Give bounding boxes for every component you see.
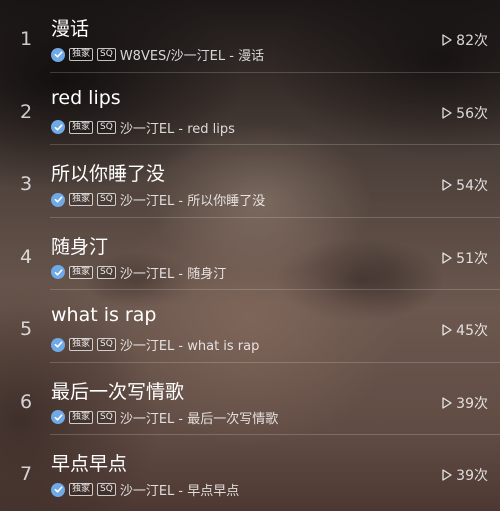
quality-badge: SQ: [97, 193, 116, 206]
exclusive-badge: 独家: [69, 338, 94, 351]
track-list: 1 漫话 独家 SQ W8VES/沙一汀EL - 漫话 82次 2 red li…: [0, 0, 500, 508]
track-row[interactable]: 3 所以你睡了没 独家 SQ 沙一汀EL - 所以你睡了没 54次: [0, 145, 500, 218]
track-title: 早点早点: [51, 453, 128, 475]
play-triangle-icon: [442, 469, 452, 481]
track-row[interactable]: 4 随身汀 独家 SQ 沙一汀EL - 随身汀 51次: [0, 218, 500, 290]
play-count: 54次: [442, 175, 488, 195]
play-count: 51次: [442, 248, 488, 268]
play-triangle-icon: [442, 179, 452, 191]
check-badge-icon: [51, 47, 65, 62]
play-count-label: 51次: [456, 250, 488, 267]
track-meta: 独家 SQ 沙一汀EL - 随身汀: [51, 263, 226, 282]
quality-badge: SQ: [97, 265, 116, 279]
play-triangle-icon: [442, 34, 452, 46]
track-row[interactable]: 2 red lips 独家 SQ 沙一汀EL - red lips 56次: [0, 73, 500, 145]
track-artist-album: 沙一汀EL - 最后一次写情歌: [119, 411, 279, 427]
track-index: 4: [19, 245, 33, 268]
track-row[interactable]: 5 what is rap 独家 SQ 沙一汀EL - what is rap …: [0, 290, 500, 363]
track-artist-album: W8VES/沙一汀EL - 漫话: [119, 49, 265, 64]
track-artist-album: 沙一汀EL - 早点早点: [119, 484, 240, 499]
exclusive-badge: 独家: [69, 265, 94, 279]
play-count-label: 39次: [456, 468, 488, 484]
play-triangle-icon: [442, 106, 452, 119]
track-meta: 独家 SQ 沙一汀EL - red lips: [51, 118, 235, 137]
track-index: 5: [19, 318, 33, 340]
play-count-label: 82次: [456, 33, 488, 49]
exclusive-badge: 独家: [69, 120, 94, 134]
check-badge-icon: [51, 482, 65, 497]
play-count: 45次: [442, 320, 488, 340]
check-badge-icon: [51, 120, 65, 134]
track-meta: 独家 SQ 沙一汀EL - what is rap: [51, 335, 259, 354]
track-title: 所以你睡了没: [51, 163, 166, 185]
quality-badge: SQ: [97, 338, 116, 351]
track-artist-album: 沙一汀EL - what is rap: [119, 339, 260, 354]
play-count: 39次: [442, 465, 488, 485]
track-artist-album: 沙一汀EL - red lips: [119, 121, 235, 137]
track-artist-album: 沙一汀EL - 随身汀: [119, 266, 227, 282]
track-meta: 独家 SQ 沙一汀EL - 最后一次写情歌: [51, 408, 278, 427]
track-title: 最后一次写情歌: [51, 380, 185, 403]
track-index: 3: [19, 173, 33, 195]
check-badge-icon: [51, 265, 65, 279]
track-title: 漫话: [51, 18, 90, 40]
play-count: 82次: [442, 30, 488, 50]
play-count: 39次: [442, 393, 488, 413]
play-triangle-icon: [442, 396, 452, 409]
play-triangle-icon: [442, 251, 452, 264]
track-meta: 独家 SQ W8VES/沙一汀EL - 漫话: [51, 45, 264, 64]
play-triangle-icon: [442, 324, 452, 336]
exclusive-badge: 独家: [69, 410, 94, 424]
track-meta: 独家 SQ 沙一汀EL - 早点早点: [51, 480, 239, 499]
track-index: 2: [19, 100, 33, 123]
track-title: 随身汀: [51, 235, 109, 258]
track-row[interactable]: 6 最后一次写情歌 独家 SQ 沙一汀EL - 最后一次写情歌 39次: [0, 363, 500, 435]
check-badge-icon: [51, 192, 65, 207]
quality-badge: SQ: [97, 120, 116, 134]
exclusive-badge: 独家: [69, 193, 94, 206]
check-badge-icon: [51, 410, 65, 424]
play-count-label: 56次: [456, 105, 488, 122]
quality-badge: SQ: [97, 410, 116, 424]
track-index: 1: [19, 28, 33, 50]
track-row[interactable]: 1 漫话 独家 SQ W8VES/沙一汀EL - 漫话 82次: [0, 0, 500, 73]
play-count-label: 39次: [456, 395, 488, 412]
track-index: 7: [19, 463, 33, 485]
play-count-label: 54次: [456, 178, 488, 194]
exclusive-badge: 独家: [69, 483, 94, 496]
track-artist-album: 沙一汀EL - 所以你睡了没: [119, 194, 266, 209]
quality-badge: SQ: [97, 48, 116, 61]
exclusive-badge: 独家: [69, 48, 94, 61]
track-row[interactable]: 7 早点早点 独家 SQ 沙一汀EL - 早点早点 39次: [0, 435, 500, 508]
track-meta: 独家 SQ 沙一汀EL - 所以你睡了没: [51, 190, 265, 209]
check-badge-icon: [51, 337, 65, 352]
play-count-label: 45次: [456, 323, 488, 339]
track-title: red lips: [51, 86, 121, 109]
play-count: 56次: [442, 103, 488, 123]
quality-badge: SQ: [97, 483, 116, 496]
track-title: what is rap: [51, 304, 157, 326]
track-index: 6: [19, 390, 33, 413]
